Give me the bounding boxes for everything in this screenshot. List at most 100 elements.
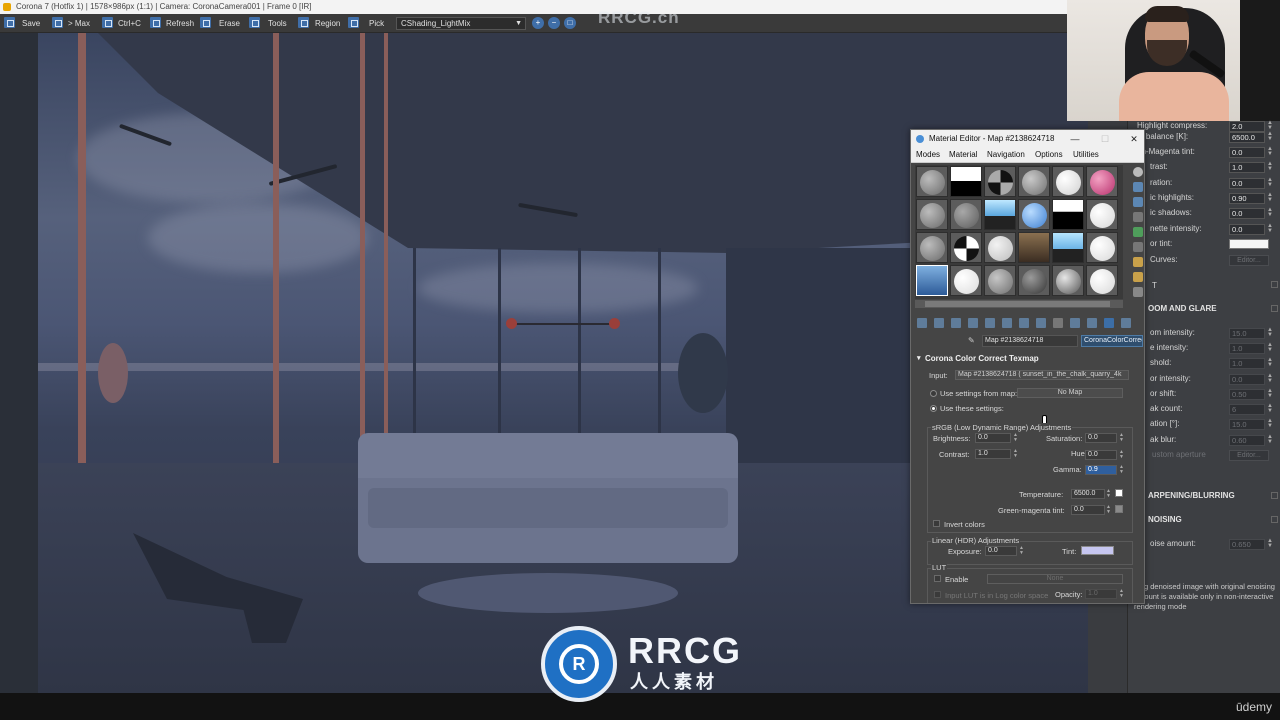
max-button[interactable]: > Max xyxy=(68,17,90,30)
bloom-glare-title[interactable]: OOM AND GLARE xyxy=(1148,304,1217,313)
material-editor-title-bar[interactable]: Material Editor - Map #2138624718 — ☐ ✕ xyxy=(911,130,1144,148)
contrast-field[interactable]: 1.0 xyxy=(975,449,1011,459)
map-type-button[interactable]: CoronaColorCorrect xyxy=(1081,335,1143,347)
menu-options[interactable]: Options xyxy=(1035,150,1063,159)
backlight-icon[interactable] xyxy=(1133,182,1143,192)
menu-material[interactable]: Material xyxy=(949,150,977,159)
setting-field[interactable]: 2.0 xyxy=(1229,121,1265,132)
section-toggle[interactable] xyxy=(1271,492,1278,499)
make-preview-icon[interactable] xyxy=(1133,242,1143,252)
setting-field[interactable]: 0.60 xyxy=(1229,435,1265,446)
spinner-icon[interactable]: ▲ ▼ xyxy=(1267,327,1273,338)
spinner-icon[interactable]: ▲ ▼ xyxy=(1267,403,1273,414)
section-toggle[interactable] xyxy=(1271,305,1278,312)
sample-slot[interactable] xyxy=(1018,265,1050,296)
temperature-field[interactable]: 6500.0 xyxy=(1071,489,1105,499)
eyedropper-icon[interactable]: ✎ xyxy=(968,336,977,345)
setting-field[interactable]: 1.0 xyxy=(1229,358,1265,369)
setting-field[interactable]: 6500.0 xyxy=(1229,132,1265,143)
sample-slot[interactable] xyxy=(916,232,948,263)
go-to-parent-icon[interactable] xyxy=(1087,318,1097,328)
sample-slot[interactable] xyxy=(1018,232,1050,263)
spinner-icon[interactable]: ▲ ▼ xyxy=(1267,120,1273,131)
setting-field[interactable]: 0.0 xyxy=(1229,178,1265,189)
spinner-icon[interactable]: ▲ ▼ xyxy=(1267,207,1273,218)
reset-map-icon[interactable] xyxy=(968,318,978,328)
sample-slot[interactable] xyxy=(1018,199,1050,230)
setting-field[interactable]: 6 xyxy=(1229,404,1265,415)
sample-slot[interactable] xyxy=(950,166,982,197)
zoom-in-icon[interactable]: + xyxy=(532,17,544,29)
sample-type-icon[interactable] xyxy=(1133,167,1143,177)
use-settings-from-map-radio[interactable] xyxy=(930,390,937,397)
options-icon[interactable] xyxy=(1133,257,1143,267)
setting-field[interactable]: 0.0 xyxy=(1229,224,1265,235)
input-map-button[interactable]: Map #2138624718 ( sunset_in_the_chalk_qu… xyxy=(955,370,1129,380)
spinner-icon[interactable]: ▲ ▼ xyxy=(1267,434,1273,445)
maximize-icon[interactable]: ☐ xyxy=(1095,130,1115,148)
sample-slot[interactable] xyxy=(1052,166,1084,197)
refresh-button[interactable]: Refresh xyxy=(166,17,194,30)
setting-field[interactable]: 0.0 xyxy=(1229,208,1265,219)
denoising-title[interactable]: NOISING xyxy=(1148,515,1182,524)
close-icon[interactable]: ✕ xyxy=(1124,130,1144,148)
material-navigator-icon[interactable] xyxy=(1133,287,1143,297)
setting-field[interactable]: 1.0 xyxy=(1229,162,1265,173)
section-toggle[interactable] xyxy=(1271,281,1278,288)
exposure-field[interactable]: 0.0 xyxy=(985,546,1017,556)
slots-scrollbar[interactable] xyxy=(915,300,1123,308)
sample-slot[interactable] xyxy=(1086,199,1118,230)
material-editor-window[interactable]: Material Editor - Map #2138624718 — ☐ ✕ … xyxy=(910,129,1145,604)
lut-log-checkbox[interactable] xyxy=(934,591,941,598)
sample-slot[interactable] xyxy=(1086,166,1118,197)
pick-material-icon[interactable] xyxy=(1121,318,1131,328)
map-name-field[interactable]: Map #2138624718 xyxy=(982,335,1078,347)
tint-color-swatch[interactable] xyxy=(1081,546,1114,555)
menu-modes[interactable]: Modes xyxy=(916,150,940,159)
region-button[interactable]: Region xyxy=(315,17,340,30)
spinner-icon[interactable]: ▲ ▼ xyxy=(1267,388,1273,399)
spinner-icon[interactable]: ▲ ▼ xyxy=(1119,589,1124,599)
assign-material-icon[interactable] xyxy=(951,318,961,328)
pick-button[interactable]: Pick xyxy=(369,17,384,30)
copy-material-icon[interactable] xyxy=(985,318,995,328)
spinner-icon[interactable]: ▲ ▼ xyxy=(1267,342,1273,353)
spinner-icon[interactable]: ▲ ▼ xyxy=(1267,177,1273,188)
zoom-fit-icon[interactable]: □ xyxy=(564,17,576,29)
erase-button[interactable]: Erase xyxy=(219,17,240,30)
tint-color-swatch[interactable] xyxy=(1229,239,1269,249)
zoom-out-icon[interactable]: − xyxy=(548,17,560,29)
tools-button[interactable]: Tools xyxy=(268,17,287,30)
sample-slot[interactable] xyxy=(916,199,948,230)
saturation-field[interactable]: 0.0 xyxy=(1085,433,1117,443)
copy-button[interactable]: Ctrl+C xyxy=(118,17,141,30)
spinner-icon[interactable]: ▲ ▼ xyxy=(1119,450,1124,460)
settings-map-button[interactable]: No Map xyxy=(1017,388,1123,398)
rollout-title[interactable]: Corona Color Correct Texmap xyxy=(915,353,1141,365)
video-check-icon[interactable] xyxy=(1133,227,1143,237)
uv-tiling-icon[interactable] xyxy=(1133,212,1143,222)
spinner-icon[interactable]: ▲ ▼ xyxy=(1267,146,1273,157)
render-element-select[interactable]: CShading_LightMix ▼ xyxy=(396,17,526,30)
sample-slot[interactable] xyxy=(950,232,982,263)
sharpening-blurring-title[interactable]: ARPENING/BLURRING xyxy=(1148,491,1235,500)
sample-slot[interactable] xyxy=(1052,232,1084,263)
setting-field[interactable]: 0.90 xyxy=(1229,193,1265,204)
hue-field[interactable]: 0.0 xyxy=(1085,450,1117,460)
spinner-icon[interactable]: ▲ ▼ xyxy=(1119,465,1124,475)
aperture-editor-button[interactable]: Editor... xyxy=(1229,450,1269,461)
lut-enable-checkbox[interactable] xyxy=(934,575,941,582)
spinner-icon[interactable]: ▲ ▼ xyxy=(1267,357,1273,368)
save-button[interactable]: Save xyxy=(22,17,40,30)
menu-navigation[interactable]: Navigation xyxy=(987,150,1025,159)
denoise-field[interactable]: 0.650 xyxy=(1229,539,1265,550)
sample-slot[interactable] xyxy=(984,166,1016,197)
setting-field[interactable]: 15.0 xyxy=(1229,419,1265,430)
sample-slot[interactable] xyxy=(950,199,982,230)
brightness-field[interactable]: 0.0 xyxy=(975,433,1011,443)
spinner-icon[interactable]: ▲ ▼ xyxy=(1019,546,1024,556)
sample-slot[interactable] xyxy=(916,166,948,197)
gm-tint-field[interactable]: 0.0 xyxy=(1071,505,1105,515)
show-end-result-icon[interactable] xyxy=(1070,318,1080,328)
spinner-icon[interactable]: ▲ ▼ xyxy=(1106,505,1111,515)
